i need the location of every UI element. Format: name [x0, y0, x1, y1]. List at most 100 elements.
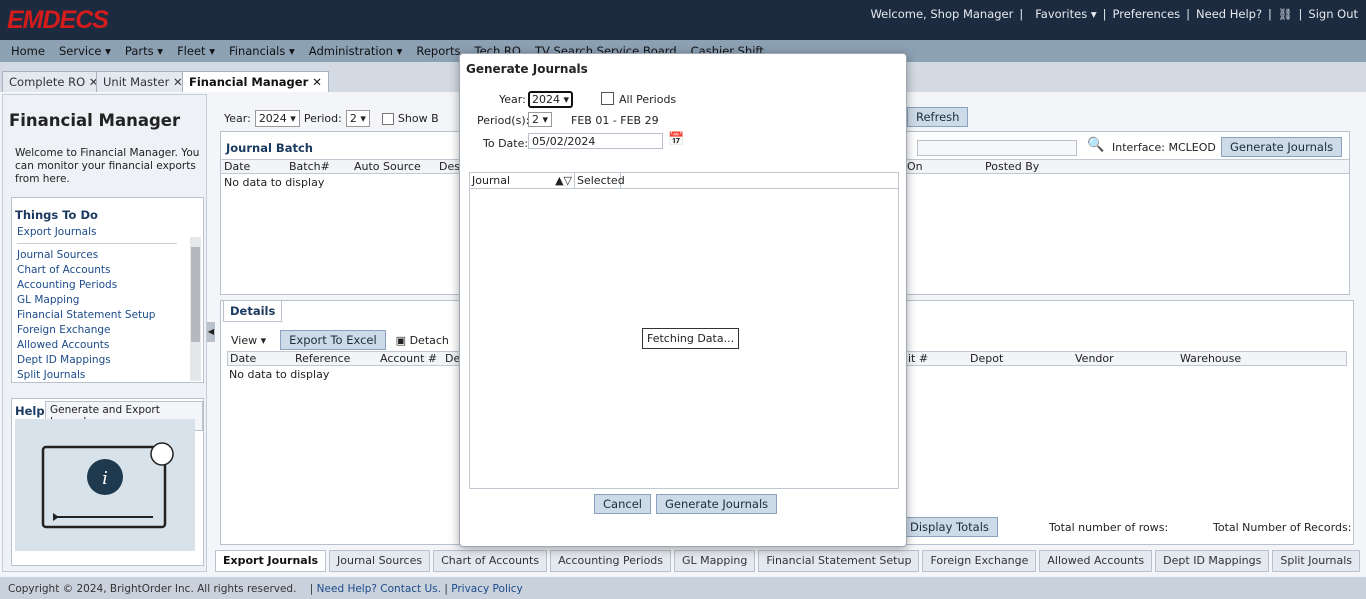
col-warehouse[interactable]: Warehouse: [1180, 352, 1241, 365]
search-icon[interactable]: 🔍: [1087, 137, 1104, 153]
details-title: Details: [223, 300, 283, 322]
help-panel: Help Generate and Export Journals i: [11, 398, 204, 566]
copyright-text: Copyright © 2024, BrightOrder Inc. All r…: [8, 583, 297, 595]
refresh-button[interactable]: Refresh: [907, 107, 969, 127]
to-date-input[interactable]: 05/02/2024: [528, 133, 663, 149]
footer: Copyright © 2024, BrightOrder Inc. All r…: [0, 577, 1366, 599]
todo-foreign-exchange[interactable]: Foreign Exchange: [17, 323, 177, 338]
contact-link[interactable]: Need Help? Contact Us.: [317, 583, 441, 595]
help-video-thumbnail[interactable]: i: [15, 419, 195, 551]
search-input[interactable]: [917, 140, 1077, 156]
todo-journal-sources[interactable]: Journal Sources: [17, 248, 177, 263]
dialog-title: Generate Journals: [466, 62, 588, 76]
btab-journal-sources[interactable]: Journal Sources: [329, 550, 431, 572]
dialog-generate-journals-button[interactable]: Generate Journals: [656, 494, 778, 514]
privacy-link[interactable]: Privacy Policy: [451, 583, 523, 595]
app-logo: EMDECS: [7, 6, 109, 34]
col-date[interactable]: Date: [230, 352, 256, 365]
btab-accounting-periods[interactable]: Accounting Periods: [550, 550, 672, 572]
detach-icon: ▣: [395, 333, 407, 347]
export-toolbar: Year: 2024 ▾ Period: 2 ▾ Show B: [224, 110, 439, 127]
top-links: Welcome, Shop Manager | Favorites ▾ | Pref…: [870, 7, 1358, 21]
all-periods-label: All Periods: [619, 93, 677, 106]
generate-journals-button[interactable]: Generate Journals: [1221, 137, 1343, 157]
btab-dept-id-mappings[interactable]: Dept ID Mappings: [1155, 550, 1270, 572]
col-depot[interactable]: Depot: [970, 352, 1003, 365]
view-menu[interactable]: View ▾: [227, 334, 270, 347]
detach-button[interactable]: ▣ Detach: [396, 334, 449, 347]
tab-unit-master[interactable]: Unit Master ✕: [96, 71, 190, 92]
link-icon[interactable]: ⛓: [1278, 7, 1293, 21]
col-batch[interactable]: Batch#: [289, 160, 330, 173]
todo-chart-of-accounts[interactable]: Chart of Accounts: [17, 263, 177, 278]
tab-complete-ro[interactable]: Complete RO ✕: [2, 71, 106, 92]
todo-export-journals[interactable]: Export Journals: [17, 225, 177, 240]
period-label: Period:: [303, 112, 342, 125]
show-label: Show B: [397, 112, 439, 125]
nav-financials[interactable]: Financials ▾: [229, 44, 295, 58]
left-panel: Financial Manager Welcome to Financial M…: [2, 94, 207, 572]
video-info-icon: i: [41, 442, 174, 529]
btab-financial-statement-setup[interactable]: Financial Statement Setup: [758, 550, 920, 572]
col-posted-by[interactable]: Posted By: [985, 160, 1039, 173]
total-records-label: Total Number of Records:: [1213, 521, 1352, 534]
btab-foreign-exchange[interactable]: Foreign Exchange: [922, 550, 1037, 572]
nav-fleet[interactable]: Fleet ▾: [177, 44, 215, 58]
todo-gl-mapping[interactable]: GL Mapping: [17, 293, 177, 308]
generate-journals-dialog: Generate Journals Year: 2024 ▾ All Perio…: [459, 53, 907, 547]
nav-administration[interactable]: Administration ▾: [309, 44, 403, 58]
dialog-year-label: Year:: [499, 93, 526, 106]
year-label: Year:: [224, 112, 251, 125]
year-select[interactable]: 2024 ▾: [254, 110, 300, 127]
display-totals-button[interactable]: Display Totals: [901, 517, 998, 537]
show-checkbox[interactable]: [381, 112, 394, 125]
nav-reports[interactable]: Reports: [416, 44, 460, 58]
dialog-year-select[interactable]: 2024 ▾: [528, 91, 574, 108]
details-toolbar: View ▾ Export To Excel ▣ Detach: [227, 330, 449, 350]
period-select[interactable]: 2 ▾: [345, 110, 370, 127]
col-journal[interactable]: Journal ▲▽: [470, 173, 575, 189]
col-reference[interactable]: Reference: [295, 352, 350, 365]
dialog-period-select[interactable]: 2 ▾: [528, 112, 553, 127]
btab-allowed-accounts[interactable]: Allowed Accounts: [1039, 550, 1153, 572]
nav-home[interactable]: Home: [11, 44, 45, 58]
col-date[interactable]: Date: [224, 160, 250, 173]
need-help-link[interactable]: Need Help?: [1196, 7, 1262, 21]
collapse-left-handle[interactable]: ◀: [207, 322, 215, 342]
col-unit[interactable]: it #: [908, 352, 928, 365]
col-selected[interactable]: Selected: [575, 173, 625, 189]
interface-label: Interface: MCLEOD: [1112, 141, 1216, 154]
export-to-excel-button[interactable]: Export To Excel: [280, 330, 386, 350]
sort-arrows-icon[interactable]: ▲▽: [555, 173, 572, 189]
col-vendor[interactable]: Vendor: [1075, 352, 1114, 365]
col-account[interactable]: Account #: [380, 352, 437, 365]
btab-split-journals[interactable]: Split Journals: [1272, 550, 1361, 572]
page-title: Financial Manager: [9, 111, 181, 130]
todo-dept-id-mappings[interactable]: Dept ID Mappings: [17, 353, 177, 368]
tab-financial-manager[interactable]: Financial Manager ✕: [182, 71, 329, 92]
todo-allowed-accounts[interactable]: Allowed Accounts: [17, 338, 177, 353]
btab-gl-mapping[interactable]: GL Mapping: [674, 550, 756, 572]
todo-scrollbar[interactable]: [190, 237, 201, 381]
welcome-description: Welcome to Financial Manager. You can mo…: [15, 147, 200, 185]
col-on[interactable]: On: [907, 160, 923, 173]
total-rows-label: Total number of rows:: [1049, 521, 1169, 534]
col-auto-source[interactable]: Auto Source: [354, 160, 421, 173]
help-title: Help: [15, 404, 45, 418]
calendar-icon[interactable]: 📅: [668, 132, 684, 147]
todo-accounting-periods[interactable]: Accounting Periods: [17, 278, 177, 293]
preferences-link[interactable]: Preferences: [1113, 7, 1181, 21]
nav-parts[interactable]: Parts ▾: [125, 44, 163, 58]
btab-chart-of-accounts[interactable]: Chart of Accounts: [433, 550, 548, 572]
journal-selection-grid: Journal ▲▽ Selected Fetching Data...: [469, 172, 899, 489]
nav-service[interactable]: Service ▾: [59, 44, 111, 58]
sign-out-link[interactable]: Sign Out: [1308, 7, 1358, 21]
todo-financial-statement-setup[interactable]: Financial Statement Setup: [17, 308, 177, 323]
dialog-periods-label: Period(s):: [477, 114, 530, 127]
todo-split-journals[interactable]: Split Journals: [17, 368, 177, 383]
favorites-menu[interactable]: Favorites ▾: [1029, 7, 1096, 21]
cancel-button[interactable]: Cancel: [594, 494, 651, 514]
btab-export-journals[interactable]: Export Journals: [215, 550, 327, 572]
svg-text:i: i: [102, 468, 108, 489]
all-periods-checkbox[interactable]: [601, 92, 614, 105]
